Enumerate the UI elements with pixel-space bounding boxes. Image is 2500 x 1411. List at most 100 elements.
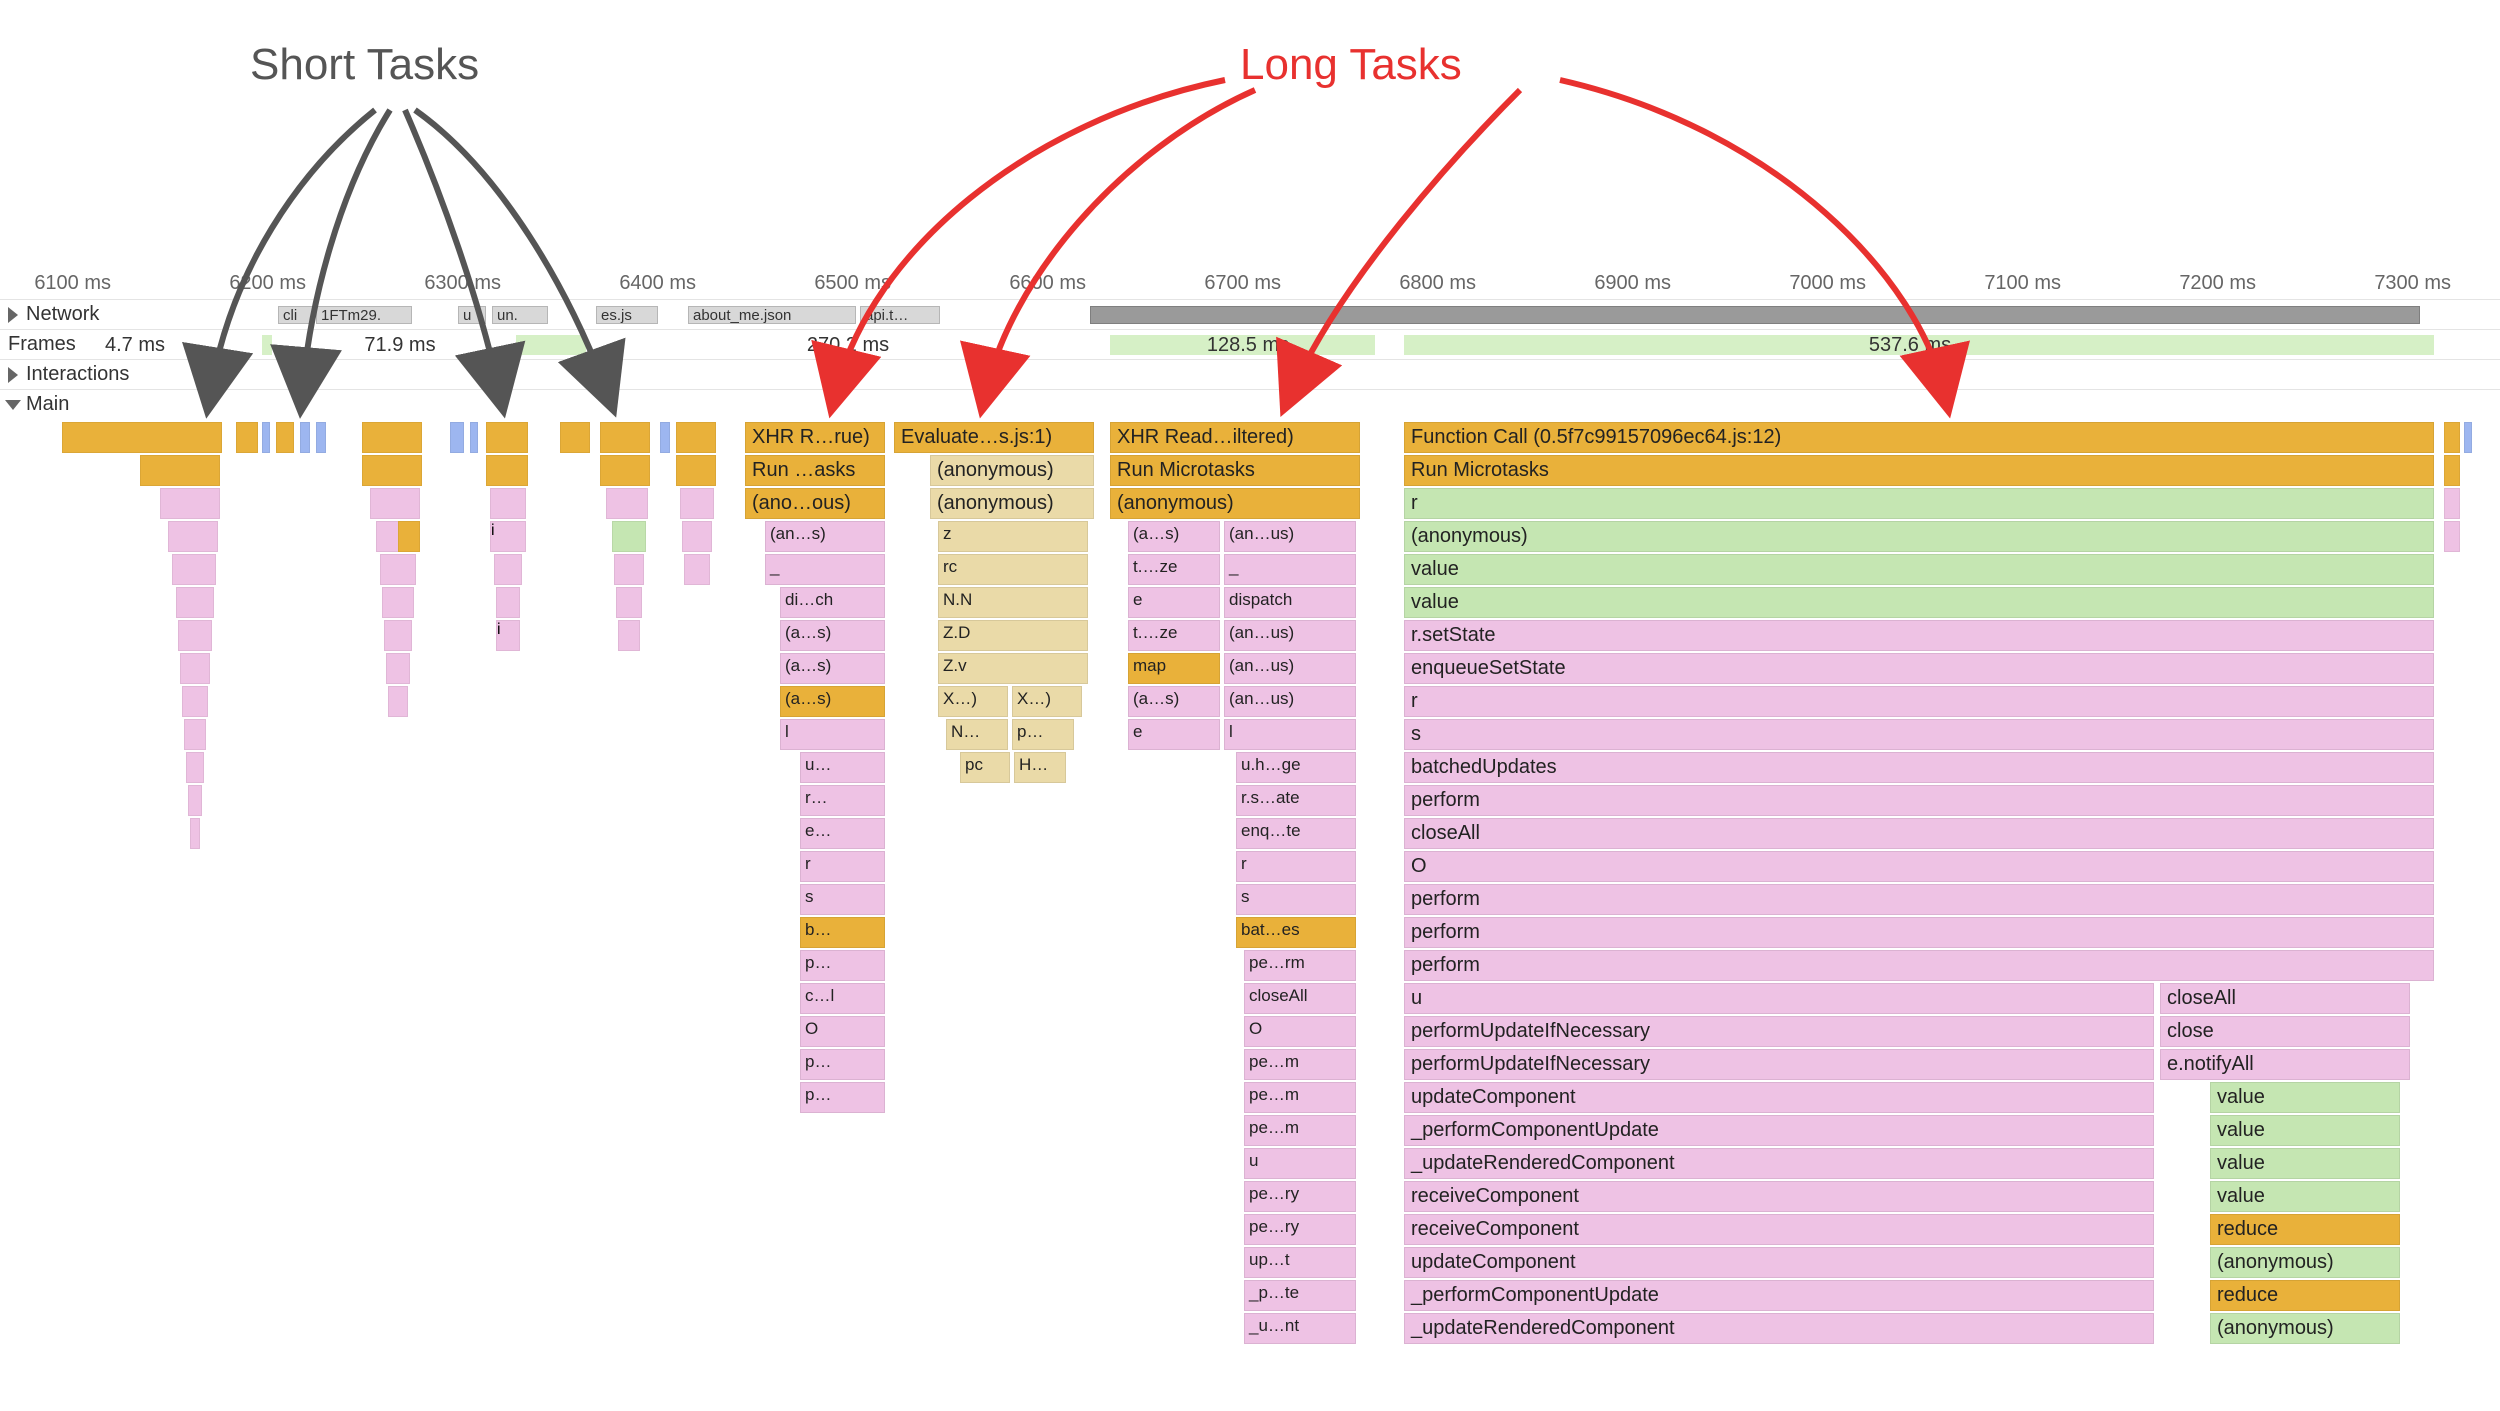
flame-bar[interactable]: performUpdateIfNecessary	[1404, 1049, 2154, 1080]
flame-bar[interactable]: Run Microtasks	[1404, 455, 2434, 486]
flame-bar[interactable]: r.s…ate	[1236, 785, 1356, 816]
flame-bar[interactable]: pe…m	[1244, 1082, 1356, 1113]
flame-bar[interactable]: perform	[1404, 785, 2434, 816]
flame-bar[interactable]: r	[800, 851, 885, 882]
flame-bar[interactable]: value	[2210, 1148, 2400, 1179]
time-ruler[interactable]: 6100 ms 6200 ms 6300 ms 6400 ms 6500 ms …	[0, 270, 2500, 300]
flame-bar[interactable]: up…t	[1244, 1247, 1356, 1278]
flame-bar[interactable]: receiveComponent	[1404, 1214, 2154, 1245]
interactions-label[interactable]: Interactions	[8, 363, 129, 386]
flame-bar[interactable]: Run Microtasks	[1110, 455, 1360, 486]
flame-bar[interactable]: receiveComponent	[1404, 1181, 2154, 1212]
flame-bar[interactable]: updateComponent	[1404, 1082, 2154, 1113]
flame-bar[interactable]: u…	[800, 752, 885, 783]
flame-bar[interactable]: pe…rm	[1244, 950, 1356, 981]
frame[interactable]	[262, 335, 272, 355]
flame-bar[interactable]: r	[1404, 686, 2434, 717]
network-request[interactable]: api.t…	[860, 306, 940, 324]
flame-bar[interactable]: di…ch	[780, 587, 885, 618]
flame-bar[interactable]: e…	[800, 818, 885, 849]
flame-bar[interactable]: pe…m	[1244, 1115, 1356, 1146]
flame-bar[interactable]: pc	[960, 752, 1010, 783]
flame-bar[interactable]: r.setState	[1404, 620, 2434, 651]
flame-bar[interactable]: map	[1128, 653, 1220, 684]
main-flame-chart[interactable]: i i XHR R…rue) Run …asks (ano…ous) (an…s…	[0, 422, 2500, 1322]
flame-bar[interactable]: r	[1236, 851, 1356, 882]
flame-bar[interactable]: perform	[1404, 884, 2434, 915]
flame-bar[interactable]: closeAll	[1404, 818, 2434, 849]
flame-bar[interactable]: t.…ze	[1128, 620, 1220, 651]
flame-bar[interactable]: l	[1224, 719, 1356, 750]
flame-bar[interactable]: (an…us)	[1224, 620, 1356, 651]
flame-bar[interactable]: t.…ze	[1128, 554, 1220, 585]
flame-bar[interactable]: e	[1128, 587, 1220, 618]
main-label[interactable]: Main	[8, 393, 69, 416]
flame-bar[interactable]: (anonymous)	[1110, 488, 1360, 519]
flame-bar[interactable]: _performComponentUpdate	[1404, 1115, 2154, 1146]
flame-bar[interactable]: N…	[946, 719, 1008, 750]
flame-bar[interactable]: _	[765, 554, 885, 585]
flame-bar[interactable]: pe…ry	[1244, 1181, 1356, 1212]
flame-bar[interactable]: (a…s)	[780, 653, 885, 684]
flame-bar[interactable]: p…	[1012, 719, 1074, 750]
flame-bar[interactable]: updateComponent	[1404, 1247, 2154, 1278]
network-request[interactable]: about_me.json	[688, 306, 856, 324]
flame-bar[interactable]: Z.D	[938, 620, 1088, 651]
flame-bar[interactable]: s	[1404, 719, 2434, 750]
flame-bar[interactable]: s	[1236, 884, 1356, 915]
flame-bar[interactable]: perform	[1404, 917, 2434, 948]
flame-bar[interactable]: XHR R…rue)	[745, 422, 885, 453]
flame-bar[interactable]: s	[800, 884, 885, 915]
flame-bar[interactable]: u	[1244, 1148, 1356, 1179]
flame-bar[interactable]: Z.v	[938, 653, 1088, 684]
flame-bar[interactable]: perform	[1404, 950, 2434, 981]
flame-bar[interactable]: z	[938, 521, 1088, 552]
flame-bar[interactable]: pe…ry	[1244, 1214, 1356, 1245]
flame-bar[interactable]: (a…s)	[1128, 521, 1220, 552]
flame-bar[interactable]: (anonymous)	[2210, 1247, 2400, 1278]
flame-bar[interactable]: value	[2210, 1082, 2400, 1113]
flame-bar[interactable]: l	[780, 719, 885, 750]
flame-bar[interactable]: p…	[800, 950, 885, 981]
flame-bar[interactable]: pe…m	[1244, 1049, 1356, 1080]
flame-bar[interactable]: Evaluate…s.js:1)	[894, 422, 1094, 453]
frames-track[interactable]: Frames 4.7 ms 71.9 ms 270.2 ms 128.5 ms …	[0, 330, 2500, 360]
flame-bar[interactable]: (anonymous)	[930, 455, 1094, 486]
flame-bar[interactable]: (a…s)	[780, 620, 885, 651]
flame-bar[interactable]: XHR Read…iltered)	[1110, 422, 1360, 453]
flame-bar[interactable]: X…)	[938, 686, 1008, 717]
flame-bar[interactable]: u.h…ge	[1236, 752, 1356, 783]
flame-bar[interactable]: dispatch	[1224, 587, 1356, 618]
flame-bar[interactable]: (an…us)	[1224, 653, 1356, 684]
flame-bar[interactable]: enq…te	[1236, 818, 1356, 849]
flame-bar[interactable]: _updateRenderedComponent	[1404, 1148, 2154, 1179]
frame[interactable]	[516, 335, 586, 355]
flame-bar[interactable]: closeAll	[1244, 983, 1356, 1014]
flame-bar[interactable]: (an…us)	[1224, 521, 1356, 552]
network-request[interactable]	[1090, 306, 2420, 324]
flame-bar[interactable]: enqueueSetState	[1404, 653, 2434, 684]
flame-bar[interactable]: _performComponentUpdate	[1404, 1280, 2154, 1311]
flame-bar[interactable]: value	[2210, 1115, 2400, 1146]
network-request[interactable]: cli	[278, 306, 314, 324]
flame-bar[interactable]: H…	[1014, 752, 1066, 783]
network-track[interactable]: Network cli 1FTm29. u un. es.js about_me…	[0, 300, 2500, 330]
network-request[interactable]: es.js	[596, 306, 658, 324]
flame-bar[interactable]: (an…s)	[765, 521, 885, 552]
network-request[interactable]: un.	[492, 306, 548, 324]
flame-bar[interactable]: reduce	[2210, 1214, 2400, 1245]
network-label[interactable]: Network	[8, 303, 99, 326]
flame-bar[interactable]: (ano…ous)	[745, 488, 885, 519]
flame-bar[interactable]: closeAll	[2160, 983, 2410, 1014]
flame-bar[interactable]: reduce	[2210, 1280, 2400, 1311]
flame-bar[interactable]: value	[2210, 1181, 2400, 1212]
flame-bar[interactable]: O	[1404, 851, 2434, 882]
flame-bar[interactable]: bat…es	[1236, 917, 1356, 948]
flame-bar[interactable]: _u…nt	[1244, 1313, 1356, 1344]
flame-bar[interactable]: (an…us)	[1224, 686, 1356, 717]
flame-bar[interactable]: (a…s)	[1128, 686, 1220, 717]
flame-bar[interactable]: e	[1128, 719, 1220, 750]
flame-bar[interactable]: value	[1404, 554, 2434, 585]
network-request[interactable]: 1FTm29.	[316, 306, 412, 324]
flame-bar[interactable]: p…	[800, 1082, 885, 1113]
